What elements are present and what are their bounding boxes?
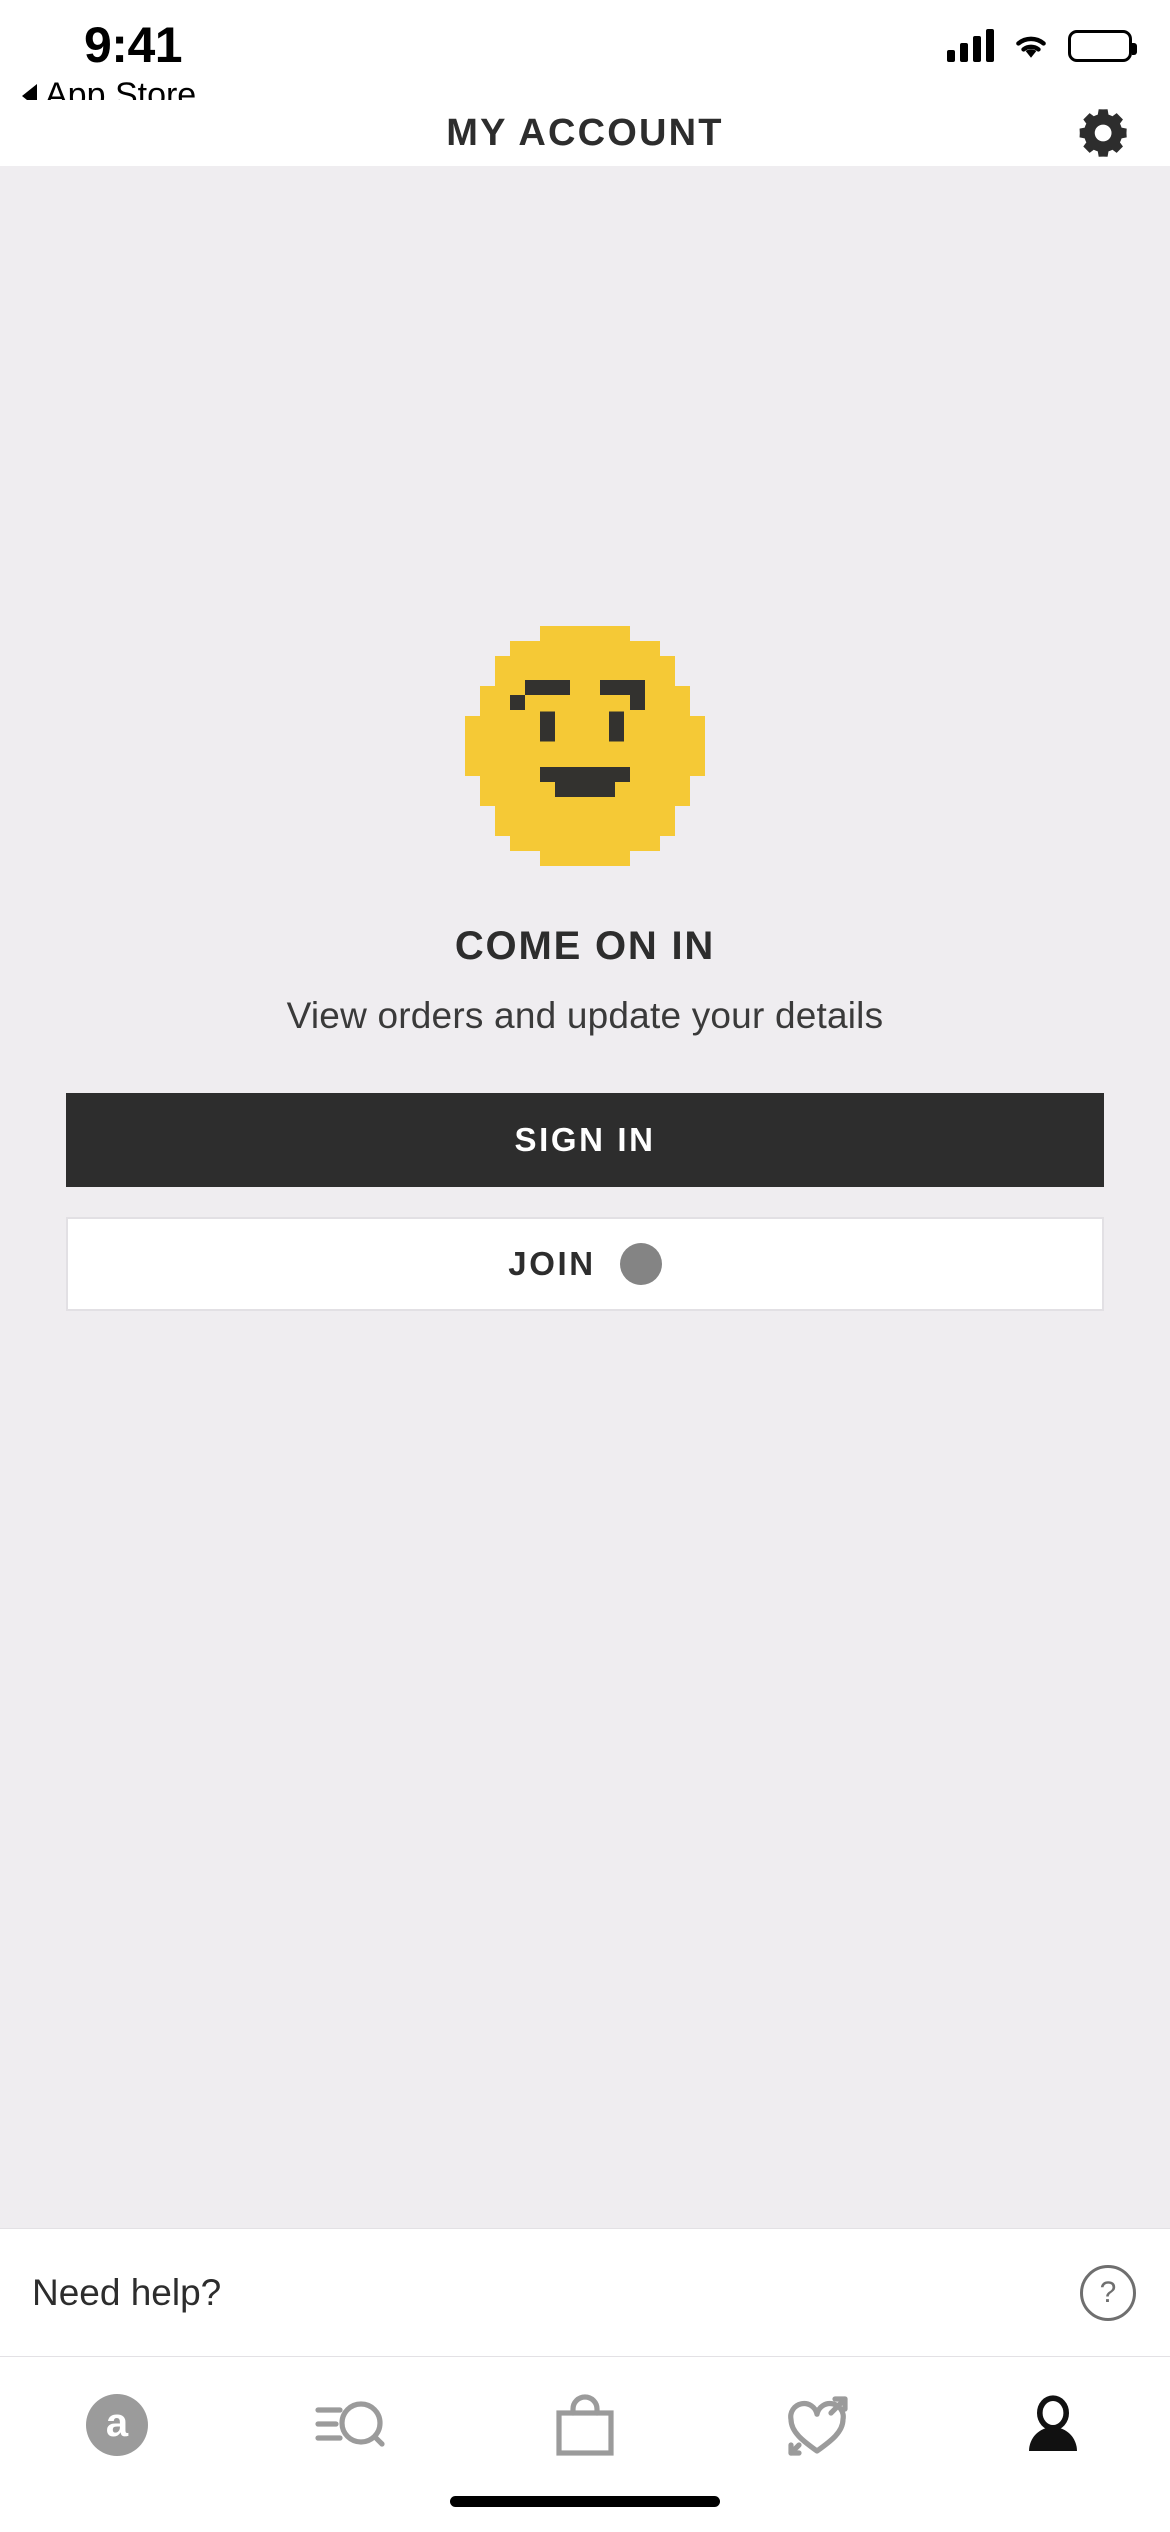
tab-bag[interactable]	[468, 2357, 702, 2492]
asos-logo-glyph: a	[105, 2400, 129, 2445]
home-indicator[interactable]	[450, 2496, 720, 2507]
tab-search[interactable]	[234, 2357, 468, 2492]
cellular-signal-icon	[947, 28, 994, 62]
hero-subline: View orders and update your details	[286, 995, 884, 1036]
status-bar-indicators	[947, 28, 1137, 62]
join-button[interactable]: JOIN	[66, 1217, 1104, 1311]
need-help-label: Need help?	[32, 2271, 222, 2313]
heart-arrow-icon	[788, 2395, 848, 2456]
wifi-icon	[1016, 36, 1046, 58]
status-bar-time: 9:41	[84, 17, 183, 73]
signed-out-hero: COME ON IN View orders and update your d…	[0, 626, 1170, 1311]
question-mark-circle-icon[interactable]: ?	[1080, 2264, 1136, 2321]
help-bar[interactable]: Need help? ?	[0, 2228, 1170, 2356]
auth-actions: SIGN IN JOIN	[0, 1093, 1170, 1311]
bottom-tab-bar: a	[0, 2356, 1170, 2492]
sign-in-button[interactable]: SIGN IN	[66, 1093, 1104, 1187]
button-spacer	[66, 1187, 1104, 1217]
join-label: JOIN	[508, 1245, 596, 1282]
battery-full-icon	[1068, 30, 1137, 62]
nav-bar: MY ACCOUNT	[0, 100, 1170, 166]
main-content: COME ON IN View orders and update your d…	[0, 166, 1170, 2228]
hero-headline: COME ON IN	[454, 924, 716, 968]
tab-account[interactable]	[936, 2357, 1170, 2492]
question-mark-glyph: ?	[1099, 2275, 1117, 2309]
home-indicator-area	[0, 2492, 1170, 2532]
tab-home[interactable]: a	[0, 2357, 234, 2492]
gear-icon	[1079, 109, 1127, 157]
pixel-smiley-face-icon	[465, 626, 705, 866]
asos-logo-icon: a	[86, 2393, 148, 2456]
tab-saved[interactable]	[702, 2357, 936, 2492]
shopping-bag-icon	[556, 2393, 614, 2456]
app-screen: 9:41 App Store MY ACCOUNT COME ON IN Vie…	[0, 0, 1170, 2532]
page-title: MY ACCOUNT	[446, 111, 724, 154]
settings-button[interactable]	[1070, 98, 1140, 168]
sign-in-label: SIGN IN	[514, 1121, 656, 1158]
person-icon	[1029, 2394, 1077, 2451]
loading-spinner-icon	[619, 1243, 662, 1285]
search-icon	[315, 2400, 385, 2447]
status-bar: 9:41 App Store	[0, 0, 1170, 114]
